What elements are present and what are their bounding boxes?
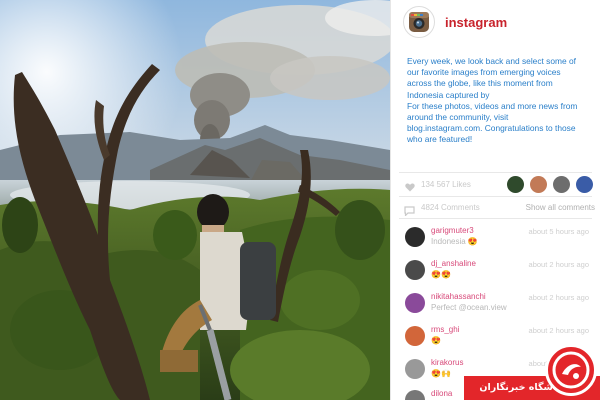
likers-avatars (507, 176, 593, 193)
commenter-avatar[interactable] (405, 293, 425, 313)
instagram-camera-icon[interactable] (403, 6, 435, 38)
comment-text: 😍 (431, 336, 441, 345)
liker-avatar[interactable] (553, 176, 570, 193)
commenter-avatar[interactable] (405, 260, 425, 280)
caption-paragraph-2: For these photos, videos and more news f… (407, 100, 578, 145)
heart-icon[interactable] (405, 179, 415, 197)
comment-username[interactable]: kirakorus (431, 358, 463, 367)
comment-text: Indonesia 😍 (431, 237, 478, 246)
divider (399, 218, 592, 219)
liker-avatar[interactable] (576, 176, 593, 193)
commenter-avatar[interactable] (405, 359, 425, 379)
divider (399, 172, 592, 173)
post-username[interactable]: instagram (445, 15, 507, 30)
comment-item: garigmuter3 Indonesia 😍 about 5 hours ag… (391, 223, 600, 255)
commenter-avatar[interactable] (405, 326, 425, 346)
comment-time: about 5 hours ago (528, 227, 589, 236)
post-side-panel: instagram Every week, we look back and s… (390, 0, 600, 400)
comment-username[interactable]: garigmuter3 (431, 226, 474, 235)
post-header: instagram (391, 0, 600, 44)
comment-text: 😍🙌 (431, 369, 451, 378)
comment-text: Perfect @ocean.view (431, 303, 507, 312)
post-caption: Every week, we look back and select some… (391, 44, 600, 146)
post-photo[interactable] (0, 0, 390, 400)
comments-count: 4824 Comments (421, 203, 480, 212)
comment-item: dj_anshaline 😍😍 about 2 hours ago (391, 256, 600, 288)
caption-paragraph-1: Every week, we look back and select some… (407, 56, 576, 100)
likes-row: 134 567 Likes (391, 174, 600, 196)
likes-count[interactable]: 134 567 Likes (421, 180, 471, 189)
comment-time: about 2 hours ago (528, 293, 589, 302)
comment-item: nikitahassanchi Perfect @ocean.view abou… (391, 289, 600, 321)
watermark-logo-icon (545, 344, 597, 396)
commenter-avatar[interactable] (405, 390, 425, 400)
liker-avatar[interactable] (507, 176, 524, 193)
liker-avatar[interactable] (530, 176, 547, 193)
comment-username[interactable]: dj_anshaline (431, 259, 476, 268)
comments-row: 4824 Comments Show all comments (391, 198, 600, 218)
commenter-avatar[interactable] (405, 227, 425, 247)
volcano-selfie-image (0, 0, 390, 400)
comment-username[interactable]: dilona (431, 389, 452, 398)
comment-text: 😍😍 (431, 270, 451, 279)
divider (399, 196, 592, 197)
comment-time: about 2 hours ago (528, 326, 589, 335)
comment-time: about 2 hours ago (528, 260, 589, 269)
comment-username[interactable]: nikitahassanchi (431, 292, 486, 301)
show-all-comments-link[interactable]: Show all comments (526, 203, 595, 212)
comment-username[interactable]: rms_ghi (431, 325, 459, 334)
